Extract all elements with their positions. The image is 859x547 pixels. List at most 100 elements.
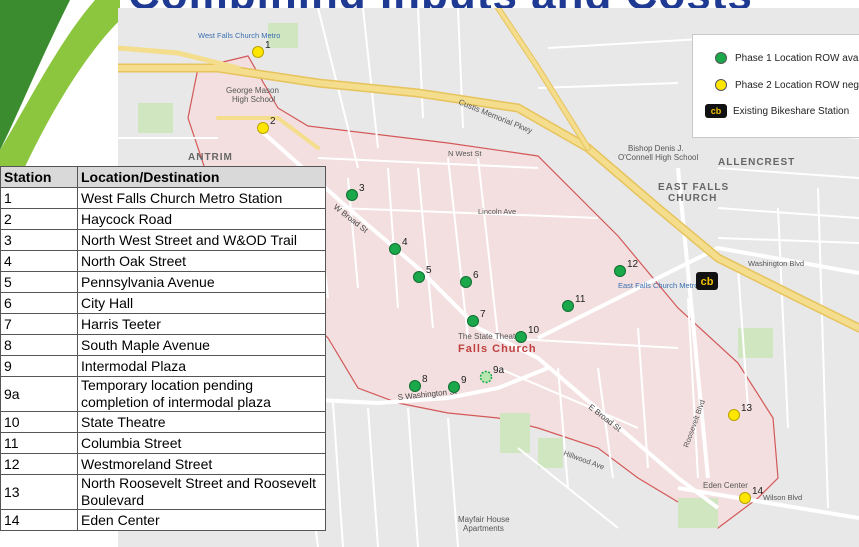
station-marker-label: 9	[461, 375, 467, 386]
station-number-cell: 14	[0, 509, 78, 531]
station-location-cell: North West Street and W&OD Trail	[77, 229, 326, 251]
station-table: Station Location/Destination 1 West Falls…	[0, 166, 326, 531]
table-row: 5 Pennsylvania Avenue	[0, 271, 326, 293]
area-label-east-falls-church-2: CHURCH	[668, 193, 717, 204]
place-label-wfc-metro: West Falls Church Metro	[198, 31, 280, 40]
map-legend: Phase 1 Location ROW available Phase 2 L…	[692, 34, 859, 138]
station-marker-label: 6	[473, 270, 479, 281]
place-label-oconnell-hs: Bishop Denis J.	[628, 144, 684, 153]
place-label-mayfair-2: Apartments	[463, 524, 504, 533]
road-label-washington-blvd: Washington Blvd	[748, 259, 804, 268]
green-dot-icon	[562, 300, 574, 312]
place-label-oconnell-hs-2: O'Connell High School	[618, 153, 698, 162]
station-location-cell: Harris Teeter	[77, 313, 326, 335]
station-number-cell: 5	[0, 271, 78, 293]
green-dot-icon	[409, 380, 421, 392]
station-marker-label: 12	[627, 259, 639, 270]
station-number-cell: 10	[0, 411, 78, 433]
station-marker-label: 8	[422, 374, 428, 385]
bikeshare-glyph: cb	[701, 276, 714, 288]
green-dot-icon	[467, 315, 479, 327]
legend-label-bikeshare: Existing Bikeshare Station	[733, 105, 850, 117]
station-marker-label: 2	[270, 116, 276, 127]
station-location-cell: Pennsylvania Avenue	[77, 271, 326, 293]
column-header-location: Location/Destination	[77, 166, 326, 188]
green-dot-icon	[389, 243, 401, 255]
station-location-cell: North Roosevelt Street and Roosevelt Bou…	[77, 474, 326, 510]
station-location-cell: City Hall	[77, 292, 326, 314]
yellow-dot-icon	[257, 122, 269, 134]
station-location-cell: Haycock Road	[77, 208, 326, 230]
table-row: 6 City Hall	[0, 292, 326, 314]
place-label-mayfair: Mayfair House	[458, 515, 510, 524]
place-label-george-mason-hs: George Mason	[226, 86, 279, 95]
bikeshare-logo-icon: cb	[705, 104, 727, 118]
station-number-cell: 4	[0, 250, 78, 272]
station-marker-label: 11	[575, 294, 586, 305]
green-dot-icon	[448, 381, 460, 393]
station-number-cell: 1	[0, 187, 78, 209]
station-location-cell: Columbia Street	[77, 432, 326, 454]
green-dot-icon	[346, 189, 358, 201]
table-row: 11 Columbia Street	[0, 432, 326, 454]
legend-item-bikeshare: cb Existing Bikeshare Station	[693, 103, 849, 119]
road-label-n-west: N West St	[448, 149, 483, 158]
station-number-cell: 12	[0, 453, 78, 475]
green-dot-icon	[614, 265, 626, 277]
station-location-cell: State Theatre	[77, 411, 326, 433]
table-row: 4 North Oak Street	[0, 250, 326, 272]
table-row: 3 North West Street and W&OD Trail	[0, 229, 326, 251]
station-location-cell: Westmoreland Street	[77, 453, 326, 475]
station-location-cell: Temporary location pending completion of…	[77, 376, 326, 412]
table-header-row: Station Location/Destination	[0, 166, 326, 188]
station-number-cell: 11	[0, 432, 78, 454]
yellow-dot-icon	[728, 409, 740, 421]
place-label-efc-metro: East Falls Church Metro	[618, 281, 698, 290]
place-label-eden-center: Eden Center	[703, 481, 748, 490]
station-number-cell: 3	[0, 229, 78, 251]
column-header-station: Station	[0, 166, 78, 188]
station-marker-label: 14	[752, 486, 764, 497]
table-row: 7 Harris Teeter	[0, 313, 326, 335]
place-label-george-mason-hs-2: High School	[232, 95, 275, 104]
station-number-cell: 9a	[0, 376, 78, 412]
table-row: 10 State Theatre	[0, 411, 326, 433]
legend-item-phase1: Phase 1 Location ROW available	[693, 50, 859, 66]
station-number-cell: 7	[0, 313, 78, 335]
legend-item-phase2: Phase 2 Location ROW negotiated	[693, 77, 859, 93]
table-row: 8 South Maple Avenue	[0, 334, 326, 356]
area-label-falls-church: Falls Church	[458, 343, 537, 355]
yellow-dot-icon	[739, 492, 751, 504]
green-dot-icon	[715, 52, 727, 64]
station-marker-label: 10	[528, 325, 540, 336]
legend-label-phase2: Phase 2 Location ROW negotiated	[735, 79, 859, 91]
yellow-dot-icon	[252, 46, 264, 58]
station-number-cell: 9	[0, 355, 78, 377]
area-label-east-falls-church: EAST FALLS	[658, 182, 729, 193]
station-number-cell: 8	[0, 334, 78, 356]
green-dot-icon	[413, 271, 425, 283]
place-label-state-theatre: The State Theatre	[458, 332, 523, 341]
station-location-cell: Eden Center	[77, 509, 326, 531]
station-marker-label: 3	[359, 183, 365, 194]
area-label-antrim: ANTRIM	[188, 152, 233, 163]
station-marker-label: 1	[265, 40, 271, 51]
table-row: 2 Haycock Road	[0, 208, 326, 230]
green-dot-icon	[479, 370, 493, 384]
road-label-lincoln: Lincoln Ave	[478, 207, 516, 216]
yellow-dot-icon	[715, 79, 727, 91]
legend-label-phase1: Phase 1 Location ROW available	[735, 52, 859, 64]
area-label-allencrest: ALLENCREST	[718, 157, 795, 168]
bikeshare-station-marker[interactable]: cb	[696, 272, 718, 290]
station-marker-label: 7	[480, 309, 486, 320]
road-label-wilson: Wilson Blvd	[763, 493, 802, 502]
station-number-cell: 2	[0, 208, 78, 230]
green-dot-icon	[460, 276, 472, 288]
station-marker-label: 5	[426, 265, 432, 276]
station-number-cell: 13	[0, 474, 78, 510]
table-row: 1 West Falls Church Metro Station	[0, 187, 326, 209]
station-location-cell: North Oak Street	[77, 250, 326, 272]
station-location-cell: Intermodal Plaza	[77, 355, 326, 377]
station-marker-label: 13	[741, 403, 753, 414]
station-marker-label: 9a	[493, 365, 505, 376]
